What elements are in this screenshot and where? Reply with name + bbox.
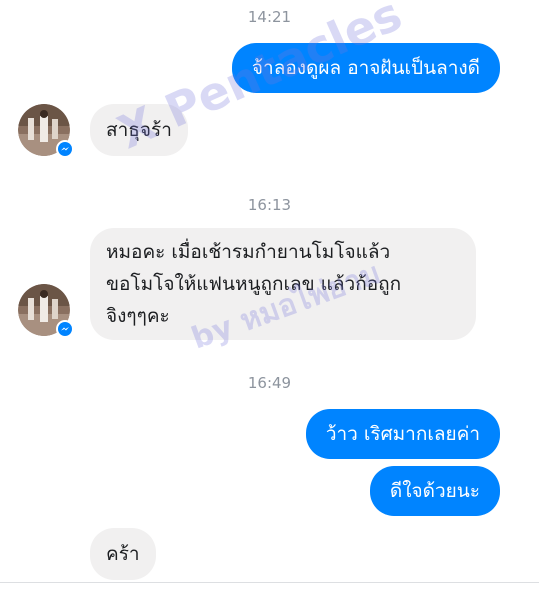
- incoming-message[interactable]: คร้า: [90, 528, 156, 580]
- outgoing-message[interactable]: ว้าว เริศมากเลยค่า: [305, 409, 500, 459]
- message-line: จิงๆๆคะ: [106, 305, 170, 327]
- incoming-message-multiline[interactable]: หมอคะ เมื่อเช้ารมกำยานโมโจแล้ว ขอโมโจให้…: [90, 228, 476, 340]
- message-line: ขอโมโจให้แฟนหนูถูกเลข แล้วก้อถูก: [106, 273, 402, 295]
- timestamp: 14:21: [247, 8, 292, 26]
- messenger-badge: [56, 140, 74, 158]
- timestamp: 16:13: [247, 196, 292, 214]
- messenger-icon: [58, 322, 72, 336]
- timestamp: 16:49: [247, 374, 292, 392]
- incoming-message[interactable]: สาธุจร้า: [90, 104, 188, 156]
- outgoing-message[interactable]: จ้าลองดูผล อาจฝันเป็นลางดี: [231, 43, 500, 93]
- contact-avatar[interactable]: [18, 104, 74, 158]
- contact-avatar[interactable]: [18, 284, 74, 338]
- bottom-divider: [0, 582, 539, 583]
- messenger-icon: [58, 142, 72, 156]
- messenger-badge: [56, 320, 74, 338]
- chat-screen: 14:21 จ้าลองดูผล อาจฝันเป็นลางดี สาธุจร้…: [0, 0, 539, 591]
- outgoing-message[interactable]: ดีใจด้วยนะ: [369, 466, 500, 516]
- message-line: หมอคะ เมื่อเช้ารมกำยานโมโจแล้ว: [106, 241, 391, 263]
